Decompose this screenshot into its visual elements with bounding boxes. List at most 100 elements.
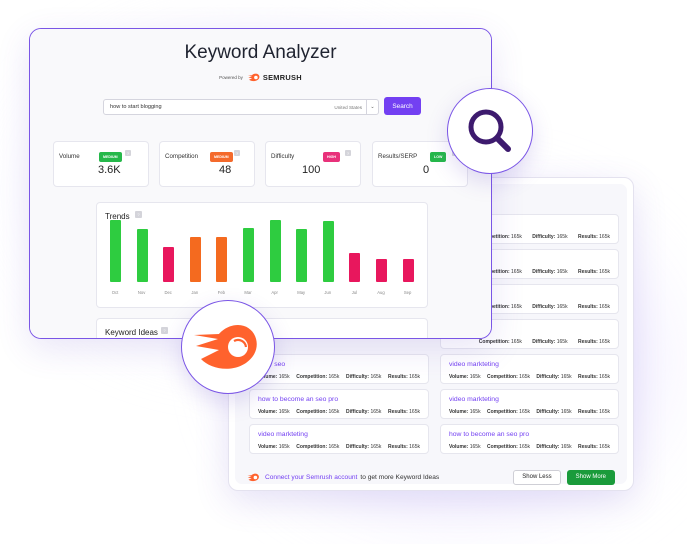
- info-icon[interactable]: ?: [234, 150, 240, 156]
- info-icon[interactable]: ?: [161, 327, 168, 334]
- month-label: Dec: [164, 290, 172, 295]
- idea-difficulty: Difficulty: 165k: [536, 444, 572, 450]
- keyword-idea-metrics: Volume: 165k Competition: 165k Difficulty:…: [449, 409, 610, 415]
- keyword-idea-title[interactable]: how to become an seo pro: [258, 395, 420, 405]
- idea-competition: Competition: 165k: [478, 339, 522, 345]
- info-icon[interactable]: ?: [125, 150, 131, 156]
- keyword-idea-item[interactable]: how to become an seo pro Volume: 165k Comp…: [249, 389, 429, 419]
- keyword-idea-metrics: Volume: 165k Competition: 165k Difficulty:…: [258, 374, 420, 380]
- connect-cta-text: to get more Keyword Ideas: [360, 473, 440, 481]
- keyword-ideas-title: Keyword Ideas: [105, 328, 158, 337]
- keyword-idea-item[interactable]: video markteting Volume: 165k Competition:…: [440, 389, 619, 419]
- metric-badge: MEDIUM: [210, 152, 233, 162]
- trends-chart: Trends ? Oct Nov Dec Jan Feb Mar Apr May Jun Jul A…: [96, 202, 428, 308]
- metric-card-competition: Competition MEDIUM? 48: [159, 141, 255, 187]
- keyword-idea-title[interactable]: video markteting: [449, 360, 610, 370]
- idea-difficulty: Difficulty: 165k: [532, 339, 568, 345]
- country-select[interactable]: United States: [334, 105, 366, 110]
- idea-results: Results: 165k: [388, 374, 420, 380]
- idea-difficulty: Difficulty: 165k: [536, 409, 572, 415]
- idea-results: Results: 165k: [578, 444, 610, 450]
- idea-results: Results: 165k: [578, 409, 610, 415]
- semrush-logo-icon: [194, 325, 257, 369]
- idea-results: Results: 165k: [578, 339, 610, 345]
- keyword-idea-metrics: Volume: 165k Competition: 165k Difficulty:…: [258, 409, 420, 415]
- month-label: Mar: [244, 290, 252, 295]
- metric-badge: MEDIUM: [99, 152, 122, 162]
- connect-cta: Connect your Semrush account to get more…: [247, 473, 513, 482]
- metric-value: 100: [302, 164, 321, 176]
- semrush-logo-icon: [247, 473, 259, 481]
- keyword-analyzer-panel: Keyword Analyzer Powered by SEMRUSH how …: [30, 29, 491, 338]
- trend-bar: [163, 246, 175, 282]
- idea-competition: Competition: 165k: [296, 374, 340, 380]
- idea-results: Results: 165k: [578, 304, 610, 310]
- trend-bar: [189, 237, 201, 282]
- idea-volume: Volume: 165k: [449, 409, 481, 415]
- trend-bar: [216, 237, 228, 282]
- semrush-brand: SEMRUSH: [262, 73, 302, 82]
- idea-difficulty: Difficulty: 165k: [536, 374, 572, 380]
- keyword-idea-title[interactable]: video markteting: [258, 430, 420, 440]
- info-icon[interactable]: ?: [135, 211, 142, 218]
- trend-bar: [243, 228, 254, 282]
- keyword-idea-title[interactable]: video markteting: [449, 395, 610, 405]
- powered-by-text: Powered by: [219, 75, 243, 80]
- metric-label: Results/SERP: [378, 153, 418, 160]
- search-input[interactable]: how to start blogging: [104, 104, 334, 110]
- keyword-idea-item[interactable]: video markteting Volume: 165k Competition:…: [440, 354, 619, 384]
- show-less-button[interactable]: Show Less: [513, 469, 561, 485]
- page-title: Keyword Analyzer: [184, 42, 337, 63]
- trend-bar: [322, 220, 334, 282]
- idea-results: Results: 165k: [578, 374, 610, 380]
- month-label: May: [297, 290, 306, 295]
- trend-bar: [110, 220, 121, 282]
- show-more-button[interactable]: Show More: [566, 469, 615, 485]
- connect-semrush-link[interactable]: Connect your Semrush account: [265, 474, 357, 481]
- trend-bar: [269, 220, 281, 282]
- idea-volume: Volume: 165k: [449, 374, 481, 380]
- idea-results: Results: 165k: [578, 234, 610, 240]
- metric-value: 48: [219, 164, 232, 176]
- month-label: Feb: [217, 290, 225, 295]
- idea-difficulty: Difficulty: 165k: [532, 234, 568, 240]
- keyword-idea-metrics: Volume: 165k Competition: 165k Difficulty:…: [258, 444, 420, 450]
- trend-bar: [349, 252, 361, 282]
- metric-label: Volume: [59, 153, 80, 160]
- semrush-badge: [181, 300, 275, 394]
- month-label: Jan: [191, 290, 199, 295]
- keyword-search-field[interactable]: how to start blogging United States ⌄: [103, 99, 379, 115]
- idea-competition: Competition: 165k: [296, 444, 340, 450]
- search-button[interactable]: Search: [384, 97, 421, 115]
- month-label: Oct: [111, 290, 119, 295]
- idea-volume: Volume: 165k: [258, 444, 290, 450]
- trend-bar: [296, 228, 308, 282]
- idea-difficulty: Difficulty: 165k: [532, 304, 568, 310]
- keyword-idea-title[interactable]: ...ldy seo: [258, 360, 420, 370]
- info-icon[interactable]: ?: [345, 150, 351, 156]
- keyword-analyzer-card: Keyword Analyzer Powered by SEMRUSH how …: [29, 28, 492, 339]
- idea-results: Results: 165k: [388, 409, 420, 415]
- keyword-idea-title[interactable]: how to become an seo pro: [449, 430, 610, 440]
- idea-competition: Competition: 165k: [486, 409, 531, 415]
- powered-by: Powered by SEMRUSH: [30, 73, 491, 82]
- keyword-idea-item[interactable]: how to become an seo pro Volume: 165k Comp…: [440, 424, 619, 454]
- metric-badge: HIGH: [323, 152, 340, 162]
- idea-results: Results: 165k: [578, 269, 610, 275]
- idea-competition: Competition: 165k: [486, 374, 531, 380]
- idea-competition: Competition: 165k: [296, 409, 340, 415]
- metric-card-difficulty: Difficulty HIGH? 100: [265, 141, 361, 187]
- month-label: Nov: [137, 290, 146, 295]
- keyword-idea-item[interactable]: ...ldy seo Volume: 165kCompetition: 165kD…: [249, 354, 429, 384]
- chevron-down-icon[interactable]: ⌄: [366, 100, 378, 114]
- idea-difficulty: Difficulty: 165k: [532, 269, 568, 275]
- keyword-idea-item[interactable]: video markteting Volume: 165k Competition:…: [249, 424, 429, 454]
- keyword-ideas-footer: Connect your Semrush account to get more…: [247, 468, 615, 486]
- metric-badge: LOW: [430, 152, 447, 162]
- month-label: Jul: [351, 290, 358, 295]
- trend-bar: [136, 228, 148, 282]
- magnifier-badge: [447, 88, 533, 174]
- idea-difficulty: Difficulty: 165k: [346, 444, 382, 450]
- month-label: Sep: [403, 290, 412, 295]
- metric-card-volume: Volume MEDIUM? 3.6K: [53, 141, 149, 187]
